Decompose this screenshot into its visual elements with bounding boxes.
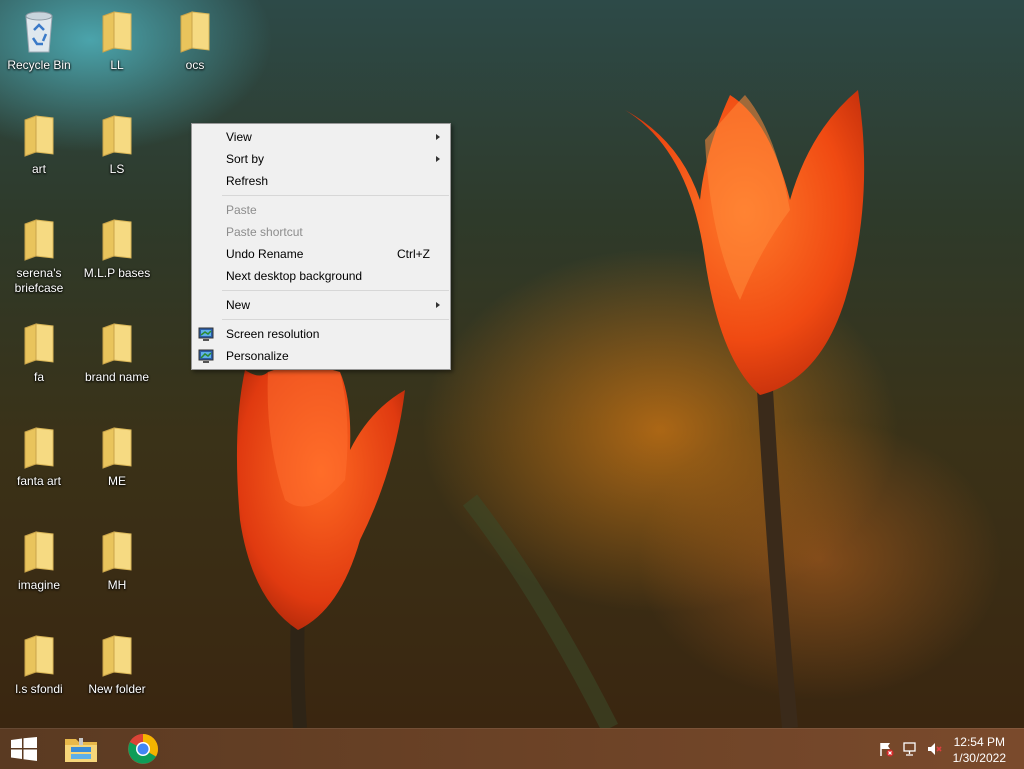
folder-icon xyxy=(102,219,132,261)
desktop-icon-folder[interactable]: serena's briefcase xyxy=(1,216,77,296)
menu-separator xyxy=(222,290,449,291)
volume-muted-icon[interactable] xyxy=(926,741,942,757)
desktop[interactable]: Recycle Bin LL ocs art LS serena's brief… xyxy=(0,0,1024,728)
desktop-icon-recycle-bin[interactable]: Recycle Bin xyxy=(1,8,77,73)
desktop-icon-label: imagine xyxy=(17,578,61,592)
desktop-icon-label: fa xyxy=(33,370,44,384)
desktop-icon-folder[interactable]: fanta art xyxy=(1,424,77,489)
menu-item-shortcut: Ctrl+Z xyxy=(397,247,430,261)
menu-item-label: Undo Rename xyxy=(226,247,304,261)
desktop-icon-label: fanta art xyxy=(16,474,62,488)
folder-icon xyxy=(102,635,132,677)
desktop-icon-folder[interactable]: M.L.P bases xyxy=(79,216,155,281)
taskbar-file-explorer[interactable] xyxy=(56,729,106,769)
menu-item-label: Sort by xyxy=(226,152,265,166)
folder-icon xyxy=(24,115,54,157)
taskbar-chrome[interactable] xyxy=(118,729,168,769)
desktop-icon-folder[interactable]: MH xyxy=(79,528,155,593)
start-button[interactable] xyxy=(0,729,48,769)
menu-item-new[interactable]: New xyxy=(192,294,450,316)
desktop-icon-folder[interactable]: art xyxy=(1,112,77,177)
action-center-flag-icon[interactable] xyxy=(878,741,894,757)
file-explorer-icon xyxy=(65,738,97,762)
desktop-icon-folder[interactable]: imagine xyxy=(1,528,77,593)
folder-icon xyxy=(102,427,132,469)
menu-item-label: Paste xyxy=(226,203,257,217)
menu-item-paste-shortcut[interactable]: Paste shortcut xyxy=(192,221,450,243)
desktop-icon-folder[interactable]: LL xyxy=(79,8,155,73)
folder-icon xyxy=(24,531,54,573)
submenu-arrow-icon xyxy=(436,156,440,162)
monitor-icon xyxy=(198,327,214,341)
submenu-arrow-icon xyxy=(436,302,440,308)
desktop-icon-folder[interactable]: brand name xyxy=(79,320,155,385)
monitor-icon xyxy=(198,349,214,363)
desktop-icon-folder[interactable]: ocs xyxy=(157,8,233,73)
desktop-icon-folder[interactable]: fa xyxy=(1,320,77,385)
desktop-context-menu: View Sort by Refresh Paste Paste shortcu… xyxy=(191,123,451,370)
folder-icon xyxy=(102,531,132,573)
desktop-icon-label: M.L.P bases xyxy=(83,266,151,280)
desktop-icon-label: ocs xyxy=(185,58,205,72)
folder-icon xyxy=(24,427,54,469)
clock-time: 12:54 PM xyxy=(953,735,1005,749)
menu-item-label: Personalize xyxy=(226,349,289,363)
chrome-icon xyxy=(128,734,159,764)
recycle-bin-icon xyxy=(25,11,53,53)
folder-icon xyxy=(180,11,210,53)
menu-item-personalize[interactable]: Personalize xyxy=(192,345,450,367)
windows-logo-icon xyxy=(11,737,37,761)
desktop-icon-folder[interactable]: LS xyxy=(79,112,155,177)
menu-separator xyxy=(222,195,449,196)
folder-icon xyxy=(24,635,54,677)
desktop-icon-label: MH xyxy=(107,578,127,592)
menu-item-label: View xyxy=(226,130,252,144)
clock-date: 1/30/2022 xyxy=(952,751,1006,765)
menu-item-label: New xyxy=(226,298,251,312)
menu-item-label: Next desktop background xyxy=(226,269,363,283)
desktop-icon-label: LS xyxy=(109,162,125,176)
network-icon[interactable] xyxy=(902,741,918,757)
desktop-icon-label: serena's briefcase xyxy=(14,266,64,295)
menu-item-sort-by[interactable]: Sort by xyxy=(192,148,450,170)
folder-icon xyxy=(24,219,54,261)
folder-icon xyxy=(24,323,54,365)
taskbar: 12:54 PM 1/30/2022 xyxy=(0,728,1024,769)
menu-separator xyxy=(222,319,449,320)
menu-item-next-desktop-background[interactable]: Next desktop background xyxy=(192,265,450,287)
menu-item-paste[interactable]: Paste xyxy=(192,199,450,221)
menu-item-screen-resolution[interactable]: Screen resolution xyxy=(192,323,450,345)
desktop-icon-folder[interactable]: New folder xyxy=(79,632,155,697)
folder-icon xyxy=(102,323,132,365)
menu-item-undo-rename[interactable]: Undo Rename Ctrl+Z xyxy=(192,243,450,265)
menu-item-label: Screen resolution xyxy=(226,327,320,341)
menu-item-view[interactable]: View xyxy=(192,126,450,148)
desktop-icon-label: New folder xyxy=(88,682,146,696)
clock[interactable]: 12:54 PM 1/30/2022 xyxy=(953,734,1006,766)
menu-item-label: Paste shortcut xyxy=(226,225,303,239)
desktop-icon-label: art xyxy=(31,162,46,176)
menu-item-refresh[interactable]: Refresh xyxy=(192,170,450,192)
desktop-icon-label: brand name xyxy=(84,370,150,384)
desktop-icon-label: ME xyxy=(108,474,126,488)
desktop-icon-label: l.s sfondi xyxy=(15,682,63,696)
submenu-arrow-icon xyxy=(436,134,440,140)
folder-icon xyxy=(102,11,132,53)
desktop-icon-label: LL xyxy=(110,58,124,72)
folder-icon xyxy=(102,115,132,157)
menu-item-label: Refresh xyxy=(226,174,269,188)
desktop-icon-label: Recycle Bin xyxy=(7,58,71,72)
desktop-icon-folder[interactable]: ME xyxy=(79,424,155,489)
system-tray: 12:54 PM 1/30/2022 xyxy=(864,729,1024,769)
desktop-icon-folder[interactable]: l.s sfondi xyxy=(1,632,77,697)
